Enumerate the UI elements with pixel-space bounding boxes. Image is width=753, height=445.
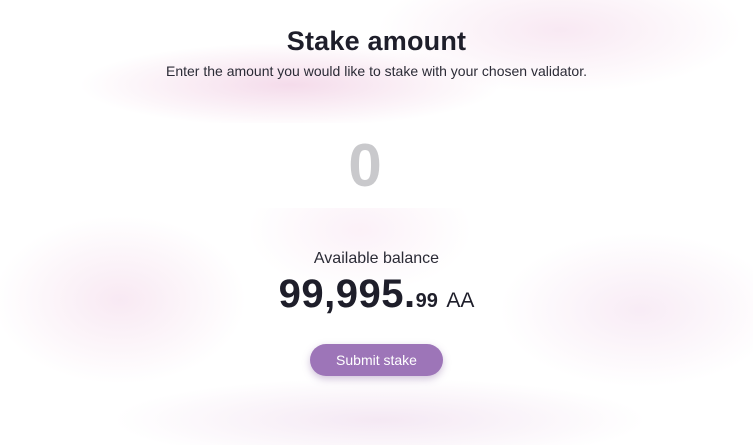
balance-unit: AA [446, 289, 475, 312]
stake-page: Stake amount Enter the amount you would … [0, 0, 753, 445]
stake-amount-input[interactable] [35, 131, 695, 200]
available-balance-label: Available balance [313, 250, 440, 267]
available-balance-value: 99,995.99 AA [0, 272, 753, 317]
page-subtitle: Enter the amount you would like to stake… [165, 63, 587, 79]
balance-integer-part: 99,995. [278, 272, 416, 316]
submit-stake-button[interactable]: Submit stake [310, 344, 443, 376]
page-title: Stake amount [286, 26, 467, 56]
amount-field-container [25, 123, 705, 208]
balance-decimal-part: 99 [415, 290, 438, 312]
